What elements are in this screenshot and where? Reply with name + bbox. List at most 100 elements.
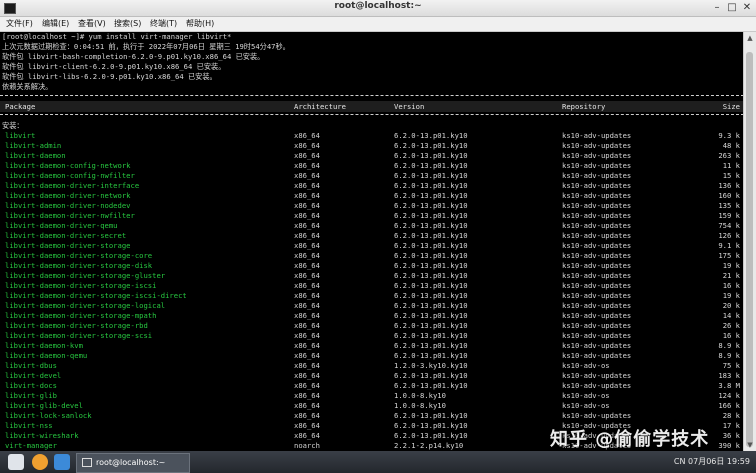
close-icon[interactable]: ✕ [740,1,754,14]
file-manager-icon[interactable] [54,454,70,470]
package-size: 159 k [718,211,740,220]
header-arch: Architecture [294,102,346,111]
package-arch: x86_64 [294,381,320,390]
package-version: 6.2.0-13.p01.ky10 [394,291,468,300]
package-repo: ks10-adv-updates [562,301,632,310]
package-arch: x86_64 [294,191,320,200]
package-name: libvirt-daemon-driver-qemu [5,221,118,230]
package-version: 6.2.0-13.p01.ky10 [394,191,468,200]
package-arch: x86_64 [294,251,320,260]
package-name: libvirt-daemon-driver-storage-scsi [5,331,153,340]
menu-view[interactable]: 查看(V) [78,18,106,30]
package-arch: x86_64 [294,141,320,150]
table-row: libvirt-daemon-driver-storage-iscsi-dire… [0,291,744,301]
table-row: libvirt-daemon-driver-secret x86_64 6.2.0-… [0,231,744,241]
watermark: 知乎 @偷偷学技术 [550,429,710,450]
package-arch: x86_64 [294,351,320,360]
package-size: 19 k [722,261,740,270]
minimize-icon[interactable]: – [710,1,724,14]
table-row: libvirt-daemon-driver-storage-gluster x86… [0,271,744,281]
package-repo: ks10-adv-updates [562,291,632,300]
package-repo: ks10-adv-updates [562,371,632,380]
package-repo: ks10-adv-updates [562,411,632,420]
package-name: libvirt-daemon-config-network [5,161,131,170]
package-version: 6.2.0-13.p01.ky10 [394,211,468,220]
package-name: libvirt-daemon-driver-storage-iscsi-dire… [5,291,187,300]
terminal-output[interactable]: [root@localhost ~]# yum install virt-man… [0,32,744,451]
package-repo: ks10-adv-os [562,401,610,410]
package-version: 6.2.0-13.p01.ky10 [394,251,468,260]
package-name: libvirt-nss [5,421,53,430]
table-row: libvirt-daemon-driver-storage-iscsi x86_6… [0,281,744,291]
scrollbar[interactable]: ▲ ▼ [743,32,756,451]
package-repo: ks10-adv-updates [562,181,632,190]
package-name: libvirt-daemon-driver-nwfilter [5,211,135,220]
scroll-down-icon[interactable]: ▼ [745,441,755,449]
taskbar: root@localhost:~ CN 07月06日 19:59 [0,451,756,473]
table-row: libvirt-daemon-driver-nwfilter x86_64 6.2.… [0,211,744,221]
package-arch: x86_64 [294,311,320,320]
package-version: 6.2.0-13.p01.ky10 [394,131,468,140]
menu-help[interactable]: 帮助(H) [186,18,214,30]
package-arch: x86_64 [294,411,320,420]
package-name: libvirt-devel [5,371,62,380]
browser-icon[interactable] [32,454,48,470]
table-row: libvirt-devel x86_64 6.2.0-13.p01.ky10 ks10… [0,371,744,381]
package-version: 6.2.0-13.p01.ky10 [394,201,468,210]
package-repo: ks10-adv-updates [562,261,632,270]
package-version: 6.2.0-13.p01.ky10 [394,271,468,280]
package-name: libvirt-daemon-driver-nodedev [5,201,131,210]
menu-search[interactable]: 搜索(S) [114,18,141,30]
package-name: libvirt-daemon-driver-storage-mpath [5,311,157,320]
table-row: libvirt-daemon-driver-storage-rbd x86_64 6… [0,321,744,331]
scrollbar-thumb[interactable] [746,52,753,447]
terminal-line: 依赖关系解决。 [2,82,53,91]
package-repo: ks10-adv-updates [562,131,632,140]
maximize-icon[interactable]: □ [725,1,739,14]
package-size: 754 k [718,221,740,230]
package-version: 6.2.0-13.p01.ky10 [394,231,468,240]
package-size: 8.9 k [718,341,740,350]
scroll-up-icon[interactable]: ▲ [745,34,755,42]
package-name: libvirt-daemon-qemu [5,351,88,360]
package-repo: ks10-adv-updates [562,171,632,180]
package-size: 16 k [722,281,740,290]
menu-file[interactable]: 文件(F) [6,18,33,30]
table-row: libvirt-daemon-driver-nodedev x86_64 6.2.0… [0,201,744,211]
package-name: virt-manager [5,441,57,450]
package-version: 6.2.0-13.p01.ky10 [394,261,468,270]
system-tray-clock[interactable]: CN 07月06日 19:59 [674,456,750,467]
package-version: 6.2.0-13.p01.ky10 [394,381,468,390]
task-label: root@localhost:~ [96,458,166,467]
menu-terminal[interactable]: 终端(T) [150,18,177,30]
package-arch: x86_64 [294,221,320,230]
table-row: libvirt-daemon-driver-storage-logical x86… [0,301,744,311]
package-arch: x86_64 [294,211,320,220]
package-size: 136 k [718,181,740,190]
package-arch: x86_64 [294,331,320,340]
table-row: libvirt-daemon-driver-storage-disk x86_64… [0,261,744,271]
package-name: libvirt-daemon-driver-storage [5,241,131,250]
package-name: libvirt-lock-sanlock [5,411,92,420]
package-size: 26 k [722,321,740,330]
terminal-line: 上次元数据过期检查：0:04:51 前，执行于 2022年07月06日 星期三 … [2,42,290,51]
package-repo: ks10-adv-updates [562,151,632,160]
package-repo: ks10-adv-updates [562,241,632,250]
menu-edit[interactable]: 编辑(E) [42,18,69,30]
title-bar[interactable]: root@localhost:~ – □ ✕ [0,0,756,17]
package-arch: x86_64 [294,271,320,280]
menu-bar: 文件(F) 编辑(E) 查看(V) 搜索(S) 终端(T) 帮助(H) [0,17,756,32]
package-size: 124 k [718,391,740,400]
package-version: 6.2.0-13.p01.ky10 [394,171,468,180]
start-menu-icon[interactable] [8,454,24,470]
table-header: Package Architecture Version Repository … [0,101,744,112]
taskbar-terminal-task[interactable]: root@localhost:~ [76,453,190,473]
package-version: 2.2.1-2.p14.ky10 [394,441,464,450]
table-row: libvirt-lock-sanlock x86_64 6.2.0-13.p01.k… [0,411,744,421]
package-size: 166 k [718,401,740,410]
table-row: libvirt-dbus x86_64 1.2.0-3.ky10.ky10 ks10-… [0,361,744,371]
package-repo: ks10-adv-os [562,391,610,400]
package-version: 6.2.0-13.p01.ky10 [394,321,468,330]
package-name: libvirt-daemon-driver-storage-rbd [5,321,148,330]
package-name: libvirt-daemon-driver-storage-logical [5,301,166,310]
